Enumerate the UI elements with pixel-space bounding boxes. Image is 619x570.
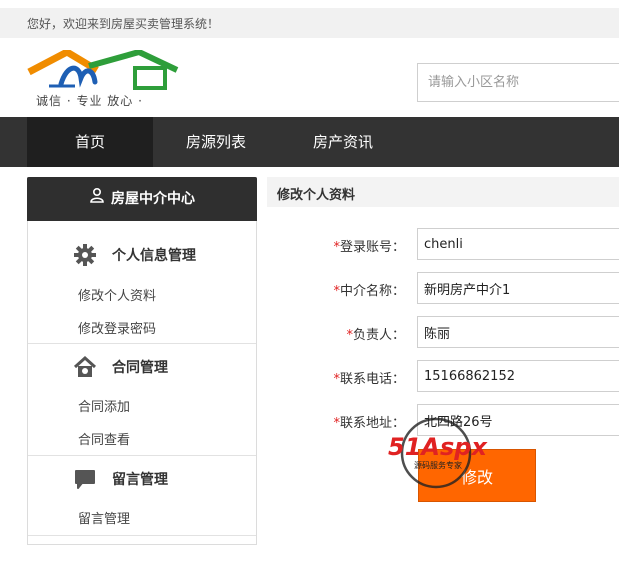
sidebar-group-title: 个人信息管理 bbox=[72, 242, 196, 268]
sidebar-link-change-password[interactable]: 修改登录密码 bbox=[78, 318, 156, 337]
sidebar-link-edit-profile[interactable]: 修改个人资料 bbox=[78, 285, 156, 304]
field-label-phone: *联系电话： bbox=[333, 372, 405, 387]
nav-item-news[interactable]: 房产资讯 bbox=[290, 117, 396, 167]
logo-slogan: 诚信 · 专业 放心 · bbox=[36, 94, 143, 108]
top-bar: 您好，欢迎来到房屋买卖管理系统！ bbox=[0, 8, 619, 38]
manager-field[interactable] bbox=[417, 316, 619, 348]
house-logo-icon bbox=[27, 48, 179, 90]
welcome-text: 您好，欢迎来到房屋买卖管理系统！ bbox=[27, 17, 220, 31]
sidebar-link-messages[interactable]: 留言管理 bbox=[78, 508, 130, 527]
field-label-agency-name: *中介名称： bbox=[333, 284, 405, 299]
group-title-text: 合同管理 bbox=[112, 360, 168, 376]
nav-item-listings[interactable]: 房源列表 bbox=[163, 117, 269, 167]
search-input[interactable] bbox=[417, 63, 619, 102]
field-label-address: *联系地址： bbox=[333, 416, 405, 431]
sidebar-link-view-contract[interactable]: 合同查看 bbox=[78, 429, 130, 448]
gear-icon bbox=[72, 242, 98, 268]
sidebar-group-message: 留言管理 留言管理 bbox=[28, 456, 256, 536]
sidebar: 房屋中介中心 个人信息管理 修改个人资料 修改登录密码 合同管理 合同添加 合同… bbox=[27, 177, 257, 545]
main-nav: 首页 房源列表 房产资讯 bbox=[0, 117, 619, 167]
sidebar-header: 房屋中介中心 bbox=[27, 177, 257, 221]
submit-button[interactable]: 修改 bbox=[418, 449, 536, 502]
site-logo[interactable]: 诚信 · 专业 放心 · bbox=[27, 48, 187, 112]
address-field[interactable] bbox=[417, 404, 619, 436]
sidebar-group-title: 合同管理 bbox=[72, 354, 168, 380]
sidebar-group-contract: 合同管理 合同添加 合同查看 bbox=[28, 344, 256, 456]
field-label-account: *登录账号： bbox=[333, 240, 405, 255]
group-title-text: 留言管理 bbox=[112, 472, 168, 488]
user-icon bbox=[89, 177, 105, 221]
field-label-manager: *负责人： bbox=[346, 328, 405, 343]
sidebar-title: 房屋中介中心 bbox=[111, 191, 195, 207]
group-title-text: 个人信息管理 bbox=[112, 248, 196, 264]
sidebar-group-profile: 个人信息管理 修改个人资料 修改登录密码 bbox=[28, 221, 256, 344]
sidebar-group-title: 留言管理 bbox=[72, 466, 168, 492]
agency-name-field[interactable] bbox=[417, 272, 619, 304]
home-icon bbox=[72, 354, 98, 380]
panel-title: 修改个人资料 bbox=[277, 188, 356, 203]
sidebar-link-add-contract[interactable]: 合同添加 bbox=[78, 396, 130, 415]
account-field[interactable] bbox=[417, 228, 619, 260]
phone-field[interactable] bbox=[417, 360, 619, 392]
panel-header: 修改个人资料 bbox=[267, 177, 619, 207]
nav-item-home[interactable]: 首页 bbox=[27, 117, 153, 167]
chat-bubble-icon bbox=[72, 466, 98, 492]
